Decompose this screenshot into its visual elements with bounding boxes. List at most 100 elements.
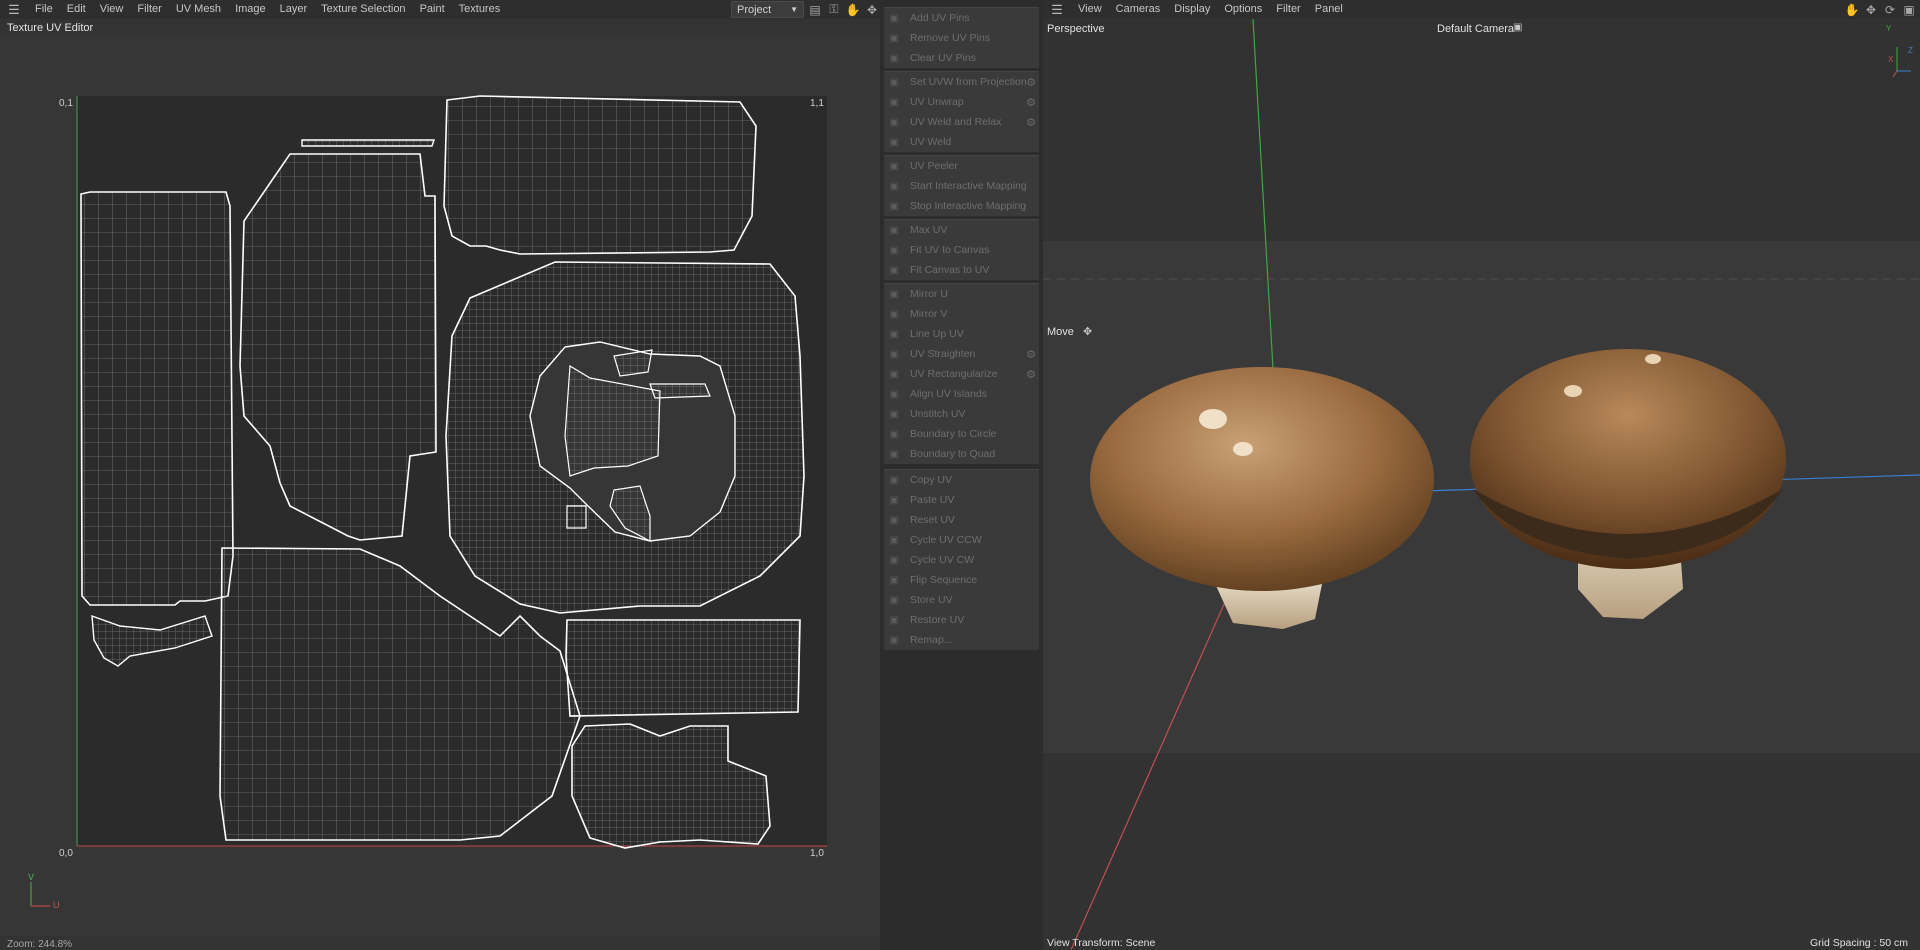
cmd-group: ▣ Max UV ▣ Fit UV to Canvas ▣ Fit Canvas to U… bbox=[884, 219, 1039, 280]
rotate-icon[interactable]: ⟳ bbox=[1883, 1, 1897, 18]
uv-island-strip bbox=[301, 139, 435, 147]
menu-uv-mesh[interactable]: UV Mesh bbox=[169, 0, 228, 19]
camera-link-icon[interactable]: ▣ bbox=[1513, 22, 1522, 33]
move-arrows-icon[interactable]: ✥ bbox=[1864, 1, 1878, 18]
vp-menu-filter[interactable]: Filter bbox=[1269, 0, 1307, 19]
maximize-icon[interactable]: ▣ bbox=[1902, 1, 1916, 18]
peeler-icon: ▣ bbox=[889, 160, 899, 172]
pan-hand-icon[interactable]: ✋ bbox=[1845, 1, 1860, 18]
cmd-remove-uv-pins[interactable]: ▣ Remove UV Pins bbox=[884, 28, 1039, 48]
cmd-mirror-v[interactable]: ▣ Mirror V bbox=[884, 304, 1039, 324]
menu-texture-selection[interactable]: Texture Selection bbox=[314, 0, 412, 19]
uv-corner-top-left: 0,1 bbox=[59, 98, 73, 109]
cmd-uv-weld-and-relax[interactable]: ▣ UV Weld and Relax ⚙ bbox=[884, 112, 1039, 132]
cmd-label: Mirror U bbox=[910, 288, 948, 300]
cmd-cycle-uv-ccw[interactable]: ▣ Cycle UV CCW bbox=[884, 530, 1039, 550]
quad-icon: ▣ bbox=[889, 448, 899, 460]
hamburger-menu-icon[interactable]: ☰ bbox=[0, 0, 28, 19]
cmd-unstitch-uv[interactable]: ▣ Unstitch UV bbox=[884, 404, 1039, 424]
cmd-paste-uv[interactable]: ▣ Paste UV bbox=[884, 490, 1039, 510]
cmd-copy-uv[interactable]: ▣ Copy UV bbox=[884, 470, 1039, 490]
mirror-u-icon: ▣ bbox=[889, 288, 899, 300]
cmd-label: Restore UV bbox=[910, 614, 965, 626]
menu-paint[interactable]: Paint bbox=[413, 0, 452, 19]
cmd-reset-uv[interactable]: ▣ Reset UV bbox=[884, 510, 1039, 530]
uv-canvas[interactable]: 0,1 1,1 0,0 1,0 bbox=[0, 36, 880, 936]
viewport-camera[interactable]: Default Camera bbox=[1437, 23, 1514, 35]
histogram-icon[interactable]: ▤ bbox=[808, 1, 822, 18]
vp-menu-view[interactable]: View bbox=[1071, 0, 1109, 19]
weld-relax-icon: ▣ bbox=[889, 116, 899, 128]
cmd-boundary-to-quad[interactable]: ▣ Boundary to Quad bbox=[884, 444, 1039, 464]
cmd-set-uvw-from-projection[interactable]: ▣ Set UVW from Projection ⚙ bbox=[884, 72, 1039, 92]
viewport-scene[interactable] bbox=[1043, 19, 1920, 950]
cmd-restore-uv[interactable]: ▣ Restore UV bbox=[884, 610, 1039, 630]
cmd-uv-straighten[interactable]: ▣ UV Straighten ⚙ bbox=[884, 344, 1039, 364]
cmd-remap[interactable]: ▣ Remap... bbox=[884, 630, 1039, 650]
cmd-stop-interactive-mapping[interactable]: ▣ Stop Interactive Mapping bbox=[884, 196, 1039, 216]
uv-layout-svg[interactable] bbox=[0, 36, 880, 936]
cmd-start-interactive-mapping[interactable]: ▣ Start Interactive Mapping bbox=[884, 176, 1039, 196]
max-uv-icon: ▣ bbox=[889, 224, 899, 236]
uv-axis-gizmo: V U bbox=[26, 872, 66, 912]
cmd-line-up-uv[interactable]: ▣ Line Up UV bbox=[884, 324, 1039, 344]
cmd-label: Stop Interactive Mapping bbox=[910, 200, 1027, 212]
paste-icon: ▣ bbox=[889, 494, 899, 506]
cmd-label: Cycle UV CCW bbox=[910, 534, 982, 546]
vp-menu-cameras[interactable]: Cameras bbox=[1109, 0, 1168, 19]
pin-add-icon: ▣ bbox=[889, 12, 899, 24]
project-select[interactable]: Project ▼ bbox=[731, 1, 804, 18]
cmd-uv-peeler[interactable]: ▣ UV Peeler bbox=[884, 156, 1039, 176]
viewport-hamburger-icon[interactable]: ☰ bbox=[1043, 0, 1071, 19]
cmd-uv-rectangularize[interactable]: ▣ UV Rectangularize ⚙ bbox=[884, 364, 1039, 384]
cmd-group: ▣ Copy UV ▣ Paste UV ▣ Reset UV ▣ Cycle UV CCW ▣… bbox=[884, 469, 1039, 650]
unwrap-icon: ▣ bbox=[889, 96, 899, 108]
menu-layer[interactable]: Layer bbox=[273, 0, 315, 19]
lock-icon[interactable]: ⚿ bbox=[827, 1, 841, 18]
cmd-mirror-u[interactable]: ▣ Mirror U bbox=[884, 284, 1039, 304]
vp-menu-display[interactable]: Display bbox=[1167, 0, 1217, 19]
fit-canvas-icon: ▣ bbox=[889, 264, 899, 276]
cmd-cycle-uv-cw[interactable]: ▣ Cycle UV CW bbox=[884, 550, 1039, 570]
cmd-add-uv-pins[interactable]: ▣ Add UV Pins bbox=[884, 8, 1039, 28]
menu-edit[interactable]: Edit bbox=[60, 0, 93, 19]
rectangularize-icon: ▣ bbox=[889, 368, 899, 380]
menu-file[interactable]: File bbox=[28, 0, 60, 19]
menu-textures[interactable]: Textures bbox=[452, 0, 508, 19]
cmd-label: Max UV bbox=[910, 224, 948, 236]
line-up-icon: ▣ bbox=[889, 328, 899, 340]
cmd-flip-sequence[interactable]: ▣ Flip Sequence bbox=[884, 570, 1039, 590]
gear-icon[interactable]: ⚙ bbox=[1026, 348, 1036, 361]
move-arrows-icon[interactable]: ✥ bbox=[865, 1, 879, 18]
gear-icon[interactable]: ⚙ bbox=[1026, 76, 1036, 89]
vp-menu-panel[interactable]: Panel bbox=[1308, 0, 1350, 19]
cmd-fit-uv-to-canvas[interactable]: ▣ Fit UV to Canvas bbox=[884, 240, 1039, 260]
grid-spacing: Grid Spacing : 50 cm bbox=[1809, 937, 1908, 949]
cmd-fit-canvas-to-uv[interactable]: ▣ Fit Canvas to UV bbox=[884, 260, 1039, 280]
cmd-clear-uv-pins[interactable]: ▣ Clear UV Pins bbox=[884, 48, 1039, 68]
cmd-label: Unstitch UV bbox=[910, 408, 966, 420]
cmd-label: Start Interactive Mapping bbox=[910, 180, 1027, 192]
menu-image[interactable]: Image bbox=[228, 0, 273, 19]
project-select-value: Project bbox=[737, 3, 772, 16]
cmd-align-uv-islands[interactable]: ▣ Align UV Islands bbox=[884, 384, 1039, 404]
cmd-boundary-to-circle[interactable]: ▣ Boundary to Circle bbox=[884, 424, 1039, 444]
gizmo-x-label: X bbox=[1888, 55, 1894, 64]
pan-hand-icon[interactable]: ✋ bbox=[846, 1, 861, 18]
vp-menu-options[interactable]: Options bbox=[1217, 0, 1269, 19]
gear-icon[interactable]: ⚙ bbox=[1026, 368, 1036, 381]
cmd-store-uv[interactable]: ▣ Store UV bbox=[884, 590, 1039, 610]
gear-icon[interactable]: ⚙ bbox=[1026, 116, 1036, 129]
gear-icon[interactable]: ⚙ bbox=[1026, 96, 1036, 109]
menu-view[interactable]: View bbox=[93, 0, 131, 19]
align-icon: ▣ bbox=[889, 388, 899, 400]
cmd-uv-weld[interactable]: ▣ UV Weld bbox=[884, 132, 1039, 152]
menu-filter[interactable]: Filter bbox=[130, 0, 168, 19]
uv-corner-bottom-right: 1,0 bbox=[810, 848, 824, 859]
cmd-group: ▣ Add UV Pins ▣ Remove UV Pins ▣ Clear UV Pin… bbox=[884, 7, 1039, 68]
cmd-max-uv[interactable]: ▣ Max UV bbox=[884, 220, 1039, 240]
cmd-group: ▣ Mirror U ▣ Mirror V ▣ Line Up UV ▣ UV Straigh… bbox=[884, 283, 1039, 464]
reset-icon: ▣ bbox=[889, 514, 899, 526]
cmd-label: UV Weld bbox=[910, 136, 952, 148]
cmd-uv-unwrap[interactable]: ▣ UV Unwrap ⚙ bbox=[884, 92, 1039, 112]
